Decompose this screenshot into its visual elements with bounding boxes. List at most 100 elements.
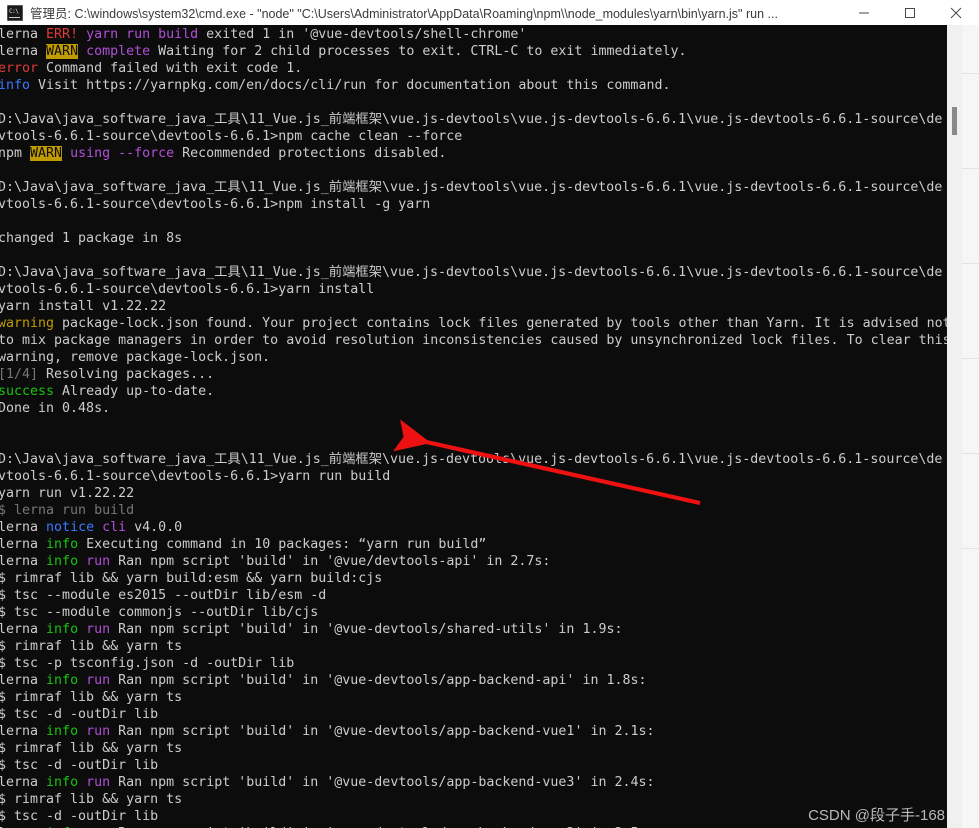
terminal-span: run xyxy=(86,775,111,790)
terminal-span: $ tsc --module es2015 --outDir lib/esm -… xyxy=(0,588,327,603)
terminal-span: notice xyxy=(46,520,95,535)
titlebar[interactable]: 管理员: C:\windows\system32\cmd.exe - "node… xyxy=(0,0,979,25)
terminal-line: lerna notice cli v4.0.0 xyxy=(0,519,947,536)
terminal-span: D:\Java\java_software_java_工具\11_Vue.js_… xyxy=(0,180,943,195)
terminal-span: Executing command in 10 packages: “yarn … xyxy=(78,537,487,552)
terminal-line: D:\Java\java_software_java_工具\11_Vue.js_… xyxy=(0,451,947,468)
terminal-line: yarn run v1.22.22 xyxy=(0,485,947,502)
terminal-line: $ rimraf lib && yarn build:esm && yarn b… xyxy=(0,570,947,587)
terminal-span: $ tsc --module commonjs --outDir lib/cjs xyxy=(0,605,319,620)
terminal-span: $ tsc -p tsconfig.json -d -outDir lib xyxy=(0,656,295,671)
terminal-line: $ tsc --module es2015 --outDir lib/esm -… xyxy=(0,587,947,604)
terminal-span: complete xyxy=(86,44,151,59)
terminal-span: Visit https://yarnpkg.com/en/docs/cli/ru… xyxy=(30,78,671,93)
terminal-span: v4.0.0 xyxy=(126,520,183,535)
terminal-span: run xyxy=(86,554,111,569)
terminal-line: lerna info Executing command in 10 packa… xyxy=(0,536,947,553)
terminal-span: info xyxy=(46,537,79,552)
terminal-span: $ rimraf lib && yarn build:esm && yarn b… xyxy=(0,571,383,586)
terminal-span xyxy=(62,146,70,161)
window-title: 管理员: C:\windows\system32\cmd.exe - "node… xyxy=(30,7,778,21)
terminal-span: error xyxy=(0,61,39,76)
terminal-span: exited 1 in '@vue-devtools/shell-chrome' xyxy=(198,27,527,42)
terminal-span: lerna xyxy=(0,724,47,739)
terminal-span: WARN xyxy=(30,146,63,161)
terminal-span: $ rimraf lib && yarn ts xyxy=(0,639,183,654)
terminal-line: $ tsc --module commonjs --outDir lib/cjs xyxy=(0,604,947,621)
terminal-span: vtools-6.6.1-source\devtools-6.6.1>npm c… xyxy=(0,129,463,144)
terminal-span: Resolving packages... xyxy=(38,367,215,382)
terminal-line: $ lerna run build xyxy=(0,502,947,519)
close-icon[interactable] xyxy=(933,0,979,25)
terminal-surface[interactable]: lerna ERR! yarn run build exited 1 in '@… xyxy=(0,25,947,828)
terminal-span: warning, remove package-lock.json. xyxy=(0,350,271,365)
terminal-line: Done in 0.48s. xyxy=(0,400,947,417)
terminal-span: warning xyxy=(0,316,55,331)
terminal-span xyxy=(78,622,86,637)
window-controls xyxy=(841,0,979,25)
terminal-span: info xyxy=(46,775,79,790)
terminal-span: info xyxy=(0,78,31,93)
minimize-icon[interactable] xyxy=(841,0,887,25)
terminal-span: lerna xyxy=(0,44,47,59)
terminal-span xyxy=(78,724,86,739)
terminal-span xyxy=(78,44,86,59)
terminal-span: $ rimraf lib && yarn ts xyxy=(0,792,183,807)
terminal-line: to mix package managers in order to avoi… xyxy=(0,332,947,349)
terminal-line: $ tsc -d -outDir lib xyxy=(0,808,947,825)
terminal-span xyxy=(78,27,86,42)
terminal-span: D:\Java\java_software_java_工具\11_Vue.js_… xyxy=(0,265,943,280)
terminal-span xyxy=(78,775,86,790)
terminal-line: changed 1 package in 8s xyxy=(0,230,947,247)
terminal-line: lerna info run Ran npm script 'build' in… xyxy=(0,621,947,638)
terminal-span: run xyxy=(86,673,111,688)
maximize-icon[interactable] xyxy=(887,0,933,25)
terminal-span: lerna xyxy=(0,673,47,688)
terminal-line: npm WARN using --force Recommended prote… xyxy=(0,145,947,162)
terminal-line: lerna info run Ran npm script 'build' in… xyxy=(0,774,947,791)
terminal-line: [1/4] Resolving packages... xyxy=(0,366,947,383)
terminal-span: $ tsc -d -outDir lib xyxy=(0,758,159,773)
terminal-span: Ran npm script 'build' in '@vue-devtools… xyxy=(110,622,623,637)
terminal-span: ERR! xyxy=(46,27,79,42)
terminal-span: info xyxy=(46,673,79,688)
terminal-span: lerna xyxy=(0,554,47,569)
terminal-span: Command failed with exit code 1. xyxy=(38,61,303,76)
terminal-line: vtools-6.6.1-source\devtools-6.6.1>npm i… xyxy=(0,196,947,213)
terminal-line: vtools-6.6.1-source\devtools-6.6.1>yarn … xyxy=(0,281,947,298)
terminal-span: yarn install v1.22.22 xyxy=(0,299,167,314)
terminal-line: lerna info run Ran npm script 'build' in… xyxy=(0,723,947,740)
terminal-span: Done in 0.48s. xyxy=(0,401,111,416)
terminal-span: info xyxy=(46,724,79,739)
terminal-span: Waiting for 2 child processes to exit. C… xyxy=(150,44,687,59)
terminal-span: $ tsc -d -outDir lib xyxy=(0,707,159,722)
terminal-span: D:\Java\java_software_java_工具\11_Vue.js_… xyxy=(0,112,943,127)
terminal-line: D:\Java\java_software_java_工具\11_Vue.js_… xyxy=(0,179,947,196)
terminal-span: success xyxy=(0,384,55,399)
terminal-line: lerna info run Ran npm script 'build' in… xyxy=(0,553,947,570)
terminal-span: npm xyxy=(0,146,31,161)
terminal-line: yarn install v1.22.22 xyxy=(0,298,947,315)
terminal-span: package-lock.json found. Your project co… xyxy=(54,316,947,331)
terminal-line: $ rimraf lib && yarn ts xyxy=(0,638,947,655)
console-window: 管理员: C:\windows\system32\cmd.exe - "node… xyxy=(0,0,979,828)
terminal-span: $ rimraf lib && yarn ts xyxy=(0,741,183,756)
terminal-output: lerna ERR! yarn run build exited 1 in '@… xyxy=(0,25,947,828)
terminal-span: Ran npm script 'build' in '@vue-devtools… xyxy=(110,673,647,688)
terminal-span: Ran npm script 'build' in '@vue-devtools… xyxy=(110,775,655,790)
terminal-span: $ lerna run build xyxy=(0,503,135,518)
terminal-span: vtools-6.6.1-source\devtools-6.6.1>yarn … xyxy=(0,469,391,484)
terminal-line: $ tsc -d -outDir lib xyxy=(0,706,947,723)
vertical-scrollbar[interactable] xyxy=(947,25,962,828)
scrollbar-thumb[interactable] xyxy=(952,107,957,135)
terminal-span: D:\Java\java_software_java_工具\11_Vue.js_… xyxy=(0,452,943,467)
terminal-line: $ tsc -d -outDir lib xyxy=(0,757,947,774)
terminal-span: Already up-to-date. xyxy=(54,384,215,399)
terminal-span: lerna xyxy=(0,520,47,535)
terminal-line: lerna ERR! yarn run build exited 1 in '@… xyxy=(0,26,947,43)
